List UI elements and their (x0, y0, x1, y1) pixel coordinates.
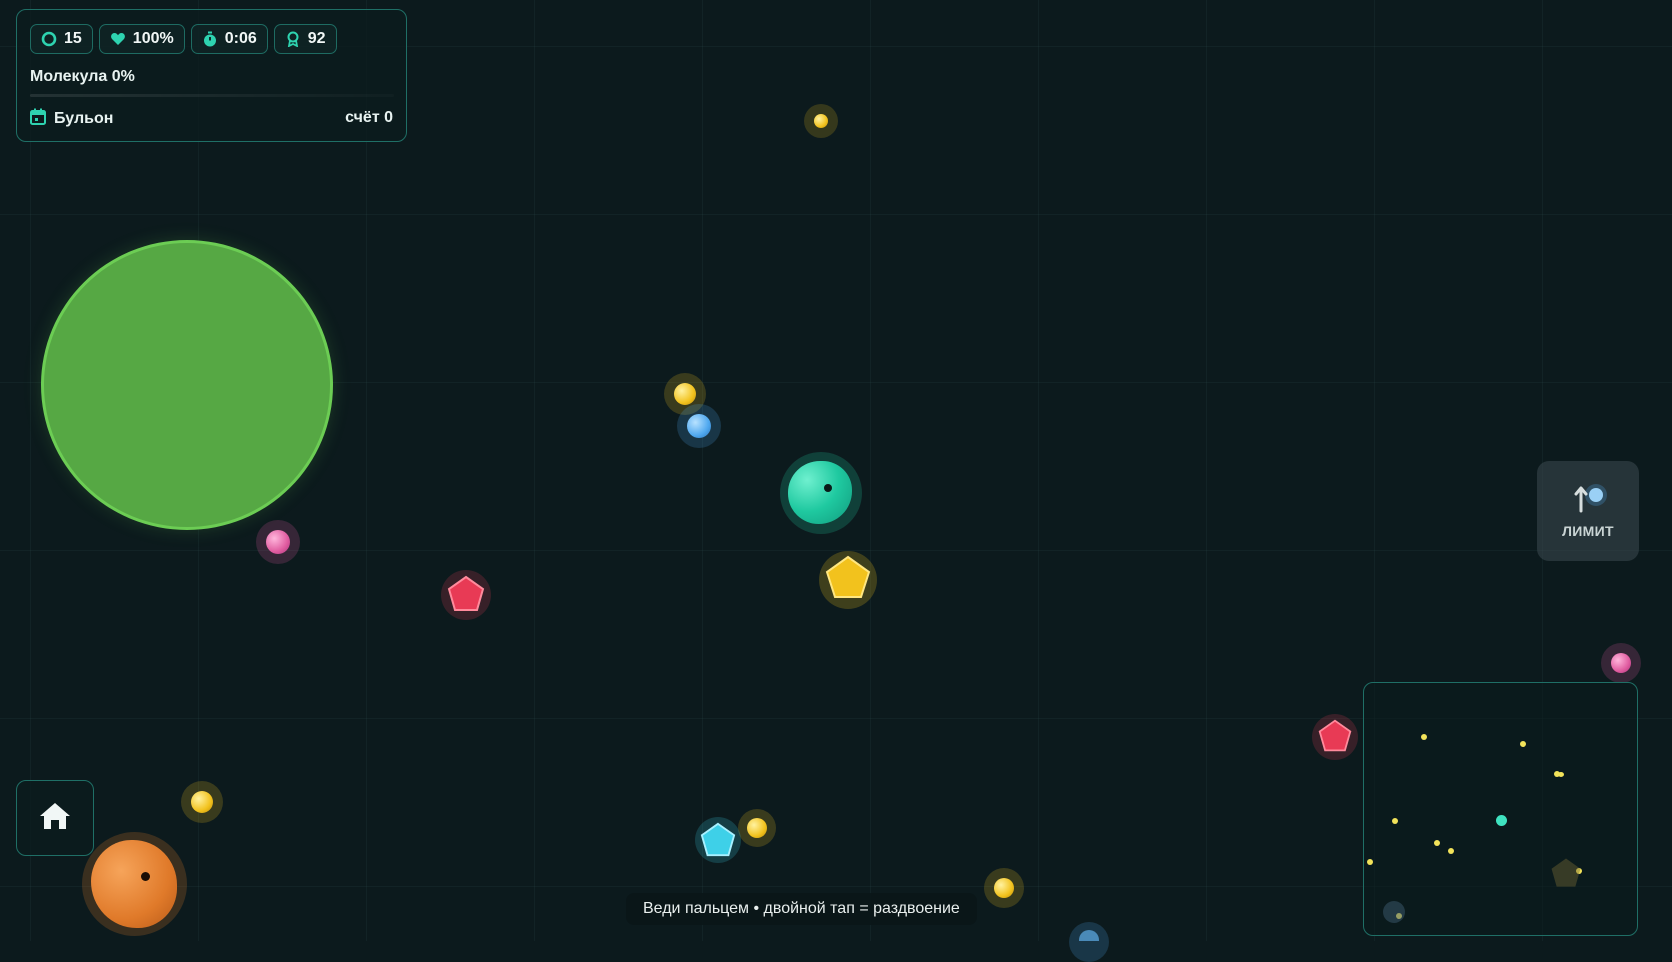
pellet-count: 15 (64, 30, 82, 47)
limit-label: ЛИМИТ (1562, 523, 1614, 539)
minimap-pellet (1520, 741, 1526, 747)
yellow-pellet (747, 818, 767, 838)
timer-value: 0:06 (224, 30, 257, 47)
rank-value: 92 (307, 30, 326, 47)
split-arrow-icon (1571, 481, 1611, 522)
hud-panel: 15 100% 0:06 92 Молекула 0% Бульон счёт … (16, 9, 407, 142)
minimap-pellet (1421, 734, 1427, 740)
home-icon (38, 801, 72, 836)
timer-chip: 0:06 (190, 24, 268, 54)
large-green-cell (41, 240, 333, 530)
red-pentagon-pellet (1318, 719, 1352, 752)
pink-pellet (1611, 653, 1631, 673)
minimap-pellet (1392, 818, 1398, 824)
yellow-pellet (994, 878, 1014, 898)
biome-row: Бульон (30, 108, 113, 130)
yellow-pentagon-pellet (825, 555, 871, 598)
ring-icon (41, 31, 57, 47)
score-label: счёт 0 (345, 109, 393, 126)
molecule-label: Молекула 0% (30, 68, 135, 85)
stat-chips: 15 100% 0:06 92 (30, 24, 337, 54)
controls-hint: Веди пальцем • двойной тап = раздвоение (626, 893, 977, 925)
minimap-enemy (1383, 901, 1405, 923)
award-icon (285, 31, 301, 48)
health-chip: 100% (98, 24, 185, 54)
home-button[interactable] (16, 780, 94, 856)
minimap-pellet (1367, 859, 1373, 865)
health-value: 100% (132, 30, 174, 47)
enemy-cell (91, 840, 177, 928)
minimap-player (1496, 815, 1507, 826)
biome-label: Бульон (54, 110, 114, 127)
pellet-halo (1069, 922, 1109, 962)
yellow-pellet (814, 114, 828, 128)
minimap-pentagon (1551, 858, 1581, 887)
red-pentagon-pellet (447, 575, 485, 611)
player-eye (824, 484, 832, 492)
minimap (1363, 682, 1638, 936)
enemy-eye (141, 872, 150, 881)
rank-chip: 92 (273, 24, 337, 54)
calendar-icon (30, 108, 46, 130)
yellow-pellet (191, 791, 213, 813)
minimap-pellet (1448, 848, 1454, 854)
pink-pellet (266, 530, 290, 554)
yellow-pellet (674, 383, 696, 405)
limit-button[interactable]: ЛИМИТ (1537, 461, 1639, 561)
cyan-pentagon-pellet (700, 822, 736, 857)
heart-icon (110, 31, 126, 47)
blue-pellet (687, 414, 711, 438)
molecule-progress-bar (30, 94, 394, 97)
minimap-pellet (1554, 771, 1560, 777)
pellet-count-chip: 15 (30, 24, 93, 54)
minimap-pellet (1434, 840, 1440, 846)
stopwatch-icon (202, 31, 218, 47)
